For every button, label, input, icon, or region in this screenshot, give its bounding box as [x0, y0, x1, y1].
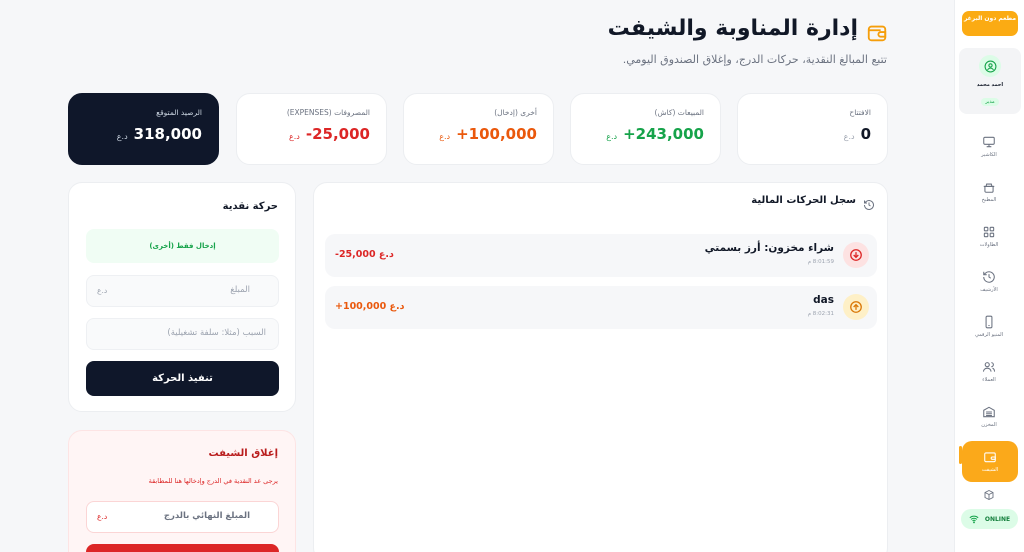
stat-value: 318,000	[133, 125, 202, 143]
sidebar-item-label: الطاولات	[979, 242, 999, 248]
transaction-time: 8:01:59 م	[807, 259, 834, 265]
final-amount-currency: د.ع	[97, 512, 108, 521]
sidebar-item-archive[interactable]: الأرشيف	[954, 259, 1024, 304]
page-title: إدارة المناوبة والشيفت	[607, 16, 858, 41]
stat-value: 100,000+	[456, 125, 537, 143]
sidebar: مطعم دون البرغر احمد محمد مدير الكاشير ا…	[954, 0, 1024, 552]
kitchen-icon	[983, 183, 995, 193]
amount-currency: د.ع	[97, 286, 108, 295]
transaction-amount: -25,000 د.ع	[335, 249, 394, 260]
stat-label: الافتتاح	[849, 108, 871, 117]
sidebar-item-warehouse[interactable]: المخزن	[954, 394, 1024, 439]
sidebar-item-shift[interactable]: الشيفت	[962, 441, 1018, 482]
phone-icon	[985, 315, 993, 329]
stat-currency: د.ع	[843, 132, 855, 141]
monitor-icon	[983, 136, 995, 148]
sidebar-item-label: المطبخ	[981, 197, 997, 203]
final-drawer-amount-field[interactable]: المبلغ النهائي بالدرج د.ع	[86, 501, 279, 533]
arrow-up-circle-icon	[843, 294, 869, 320]
online-label: ONLINE	[984, 515, 1011, 523]
stat-label: المصروفات (EXPENSES)	[286, 108, 370, 117]
sidebar-item-cashier[interactable]: الكاشير	[954, 124, 1024, 169]
sidebar-item-kitchen[interactable]: المطبخ	[954, 169, 1024, 214]
stat-card-other-income: أخرى (إدخال) 100,000+ د.ع	[403, 93, 554, 165]
stat-currency: د.ع	[116, 132, 128, 141]
stat-value: 25,000-	[305, 125, 370, 143]
user-role-badge: مدير	[981, 98, 999, 106]
list-item[interactable]: das 8:02:31 م +100,000 د.ع	[325, 286, 877, 329]
stat-label: أخرى (إدخال)	[494, 108, 537, 117]
grid-icon	[983, 226, 995, 238]
stat-label: الرصيد المتوقع	[156, 108, 202, 117]
close-shift-card: إغلاق الشيفت يرجى عد النقدية في الدرج وإ…	[68, 430, 296, 552]
brand-badge[interactable]: مطعم دون البرغر	[962, 11, 1018, 36]
stat-currency: د.ع	[439, 132, 451, 141]
sidebar-item-more[interactable]	[954, 484, 1024, 506]
arrow-down-circle-icon	[843, 242, 869, 268]
stat-card-cash-sales: المبيعات (كاش) 243,000+ د.ع	[570, 93, 721, 165]
transaction-amount: +100,000 د.ع	[335, 301, 405, 312]
sidebar-item-label: الأرشيف	[980, 287, 998, 293]
stat-card-expenses: المصروفات (EXPENSES) 25,000- د.ع	[236, 93, 387, 165]
history-icon	[983, 271, 995, 283]
wallet-icon	[984, 452, 996, 463]
active-nav-marker	[959, 446, 962, 464]
wifi-icon	[969, 515, 979, 524]
movement-mode[interactable]: إدخال فقط (أخرى)	[86, 229, 279, 263]
stat-currency: د.ع	[288, 132, 300, 141]
user-name: احمد محمد	[976, 82, 1004, 88]
online-status: ONLINE	[961, 509, 1018, 529]
stat-currency: د.ع	[606, 132, 618, 141]
box-icon	[984, 489, 994, 501]
user-card[interactable]: احمد محمد مدير	[959, 48, 1021, 114]
ledger-title: سجل الحركات المالية	[751, 195, 856, 206]
sidebar-item-label: الكاشير	[981, 152, 997, 158]
transaction-time: 8:02:31 م	[807, 311, 834, 317]
sidebar-item-tables[interactable]: الطاولات	[954, 214, 1024, 259]
card-title: حركة نقدية	[222, 201, 278, 212]
wallet-icon	[866, 22, 888, 44]
page-subtitle: تتبع المبالغ النقدية، حركات الدرج، وإغلا…	[622, 53, 887, 66]
amount-field[interactable]: المبلغ د.ع	[86, 275, 279, 307]
users-icon	[982, 362, 996, 372]
stat-value: 243,000+	[623, 125, 704, 143]
final-amount-placeholder: المبلغ النهائي بالدرج	[163, 511, 250, 521]
warehouse-icon	[983, 406, 995, 418]
close-shift-button[interactable]	[86, 544, 279, 552]
sidebar-item-label: العملاء	[982, 377, 996, 383]
sidebar-item-label: الشيفت	[981, 467, 999, 473]
stat-label: المبيعات (كاش)	[654, 108, 704, 117]
transactions-ledger: سجل الحركات المالية شراء مخزون: أرز بسمت…	[313, 182, 888, 552]
transaction-name: شراء مخزون: أرز بسمتي	[704, 242, 834, 254]
stat-card-opening: الافتتاح 0 د.ع	[737, 93, 888, 165]
sidebar-nav: الكاشير المطبخ الطاولات الأرشيف المنيو ا…	[954, 124, 1024, 506]
close-shift-hint: يرجى عد النقدية في الدرج وإدخالها هنا لل…	[148, 477, 278, 485]
amount-placeholder: المبلغ	[230, 285, 250, 295]
stat-card-expected-balance: الرصيد المتوقع 318,000 د.ع	[68, 93, 219, 165]
close-shift-title: إغلاق الشيفت	[208, 448, 279, 459]
sidebar-item-label: المنيو الرقمي	[974, 332, 1004, 338]
stat-value: 0	[860, 125, 871, 143]
transaction-name: das	[813, 294, 834, 306]
sidebar-item-digital-menu[interactable]: المنيو الرقمي	[954, 304, 1024, 349]
user-icon	[979, 55, 1001, 77]
sidebar-item-customers[interactable]: العملاء	[954, 349, 1024, 394]
history-icon	[863, 196, 875, 215]
reason-placeholder: السبب (مثلا: سلفة تشغيلية)	[167, 328, 266, 338]
list-item[interactable]: شراء مخزون: أرز بسمتي 8:01:59 م -25,000 …	[325, 234, 877, 277]
reason-field[interactable]: السبب (مثلا: سلفة تشغيلية)	[86, 318, 279, 350]
cash-movement-card: حركة نقدية إدخال فقط (أخرى) المبلغ د.ع ا…	[68, 182, 296, 412]
sidebar-item-label: المخزن	[981, 422, 997, 428]
execute-movement-button[interactable]: تنفيذ الحركة	[86, 361, 279, 396]
